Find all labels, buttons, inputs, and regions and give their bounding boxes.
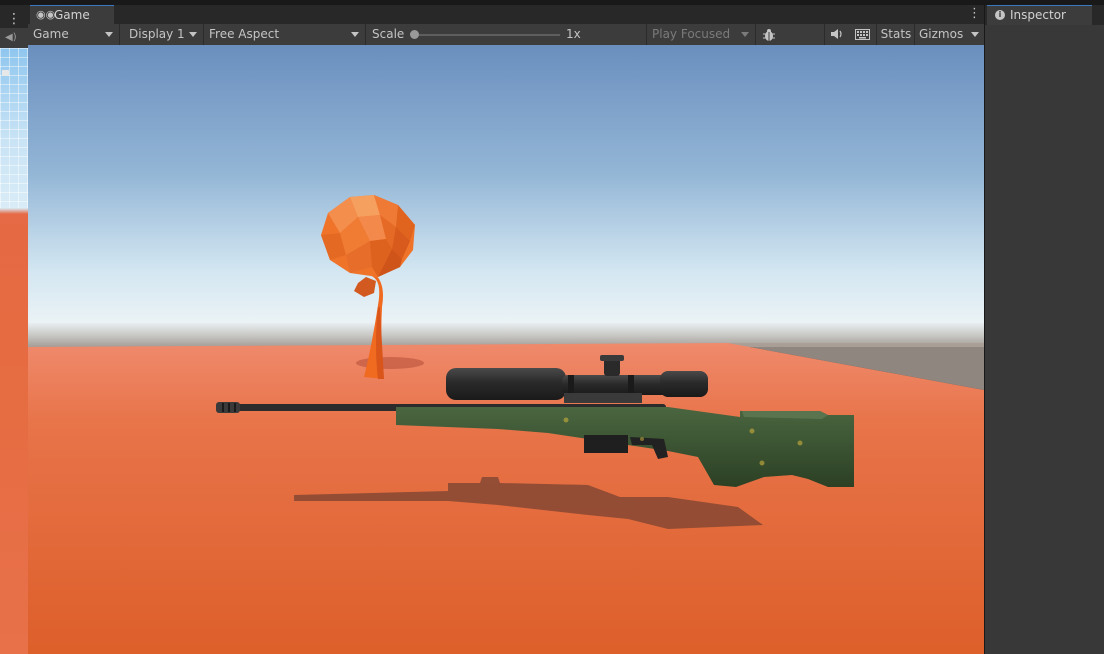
scene-view-viewport[interactable] bbox=[0, 48, 28, 654]
game-window: ◉◉ Game ⋮ Game Display 1 Free Aspect Sca… bbox=[28, 5, 984, 654]
audio-mute-icon[interactable] bbox=[824, 24, 849, 45]
chevron-down-icon bbox=[351, 32, 359, 37]
inspector-panel: i Inspector bbox=[984, 5, 1104, 654]
audio-icon[interactable]: ◀) bbox=[5, 32, 19, 44]
display-dropdown[interactable]: Display 1 bbox=[124, 24, 204, 45]
gizmos-button[interactable]: Gizmos bbox=[914, 24, 966, 45]
scene-panel-menu-icon[interactable]: ⋮ bbox=[0, 10, 28, 30]
game-panel-menu-icon[interactable]: ⋮ bbox=[968, 6, 981, 22]
mode-dropdown[interactable]: Game bbox=[28, 24, 120, 45]
rifle-scope-eyepiece bbox=[660, 371, 708, 397]
play-focused-dropdown[interactable]: Play Focused bbox=[646, 24, 756, 45]
game-toolbar: Game Display 1 Free Aspect Scale 1x Play… bbox=[28, 24, 984, 46]
gizmos-label: Gizmos bbox=[919, 27, 964, 41]
stats-button[interactable]: Stats bbox=[876, 24, 915, 45]
tab-inspector[interactable]: i Inspector bbox=[987, 5, 1092, 25]
scale-label: Scale bbox=[372, 27, 405, 41]
keyboard-icon[interactable] bbox=[850, 24, 874, 45]
scale-value: 1x bbox=[566, 27, 581, 41]
chevron-down-icon bbox=[741, 32, 749, 37]
chevron-down-icon bbox=[105, 32, 113, 37]
chevron-down-icon bbox=[189, 32, 197, 37]
gamepad-icon: ◉◉ bbox=[36, 8, 56, 21]
game-viewport[interactable] bbox=[28, 45, 984, 654]
chevron-down-icon bbox=[971, 32, 979, 37]
game-render bbox=[28, 45, 984, 654]
scene-toolbar: ◀) bbox=[0, 28, 28, 49]
rifle-magazine bbox=[584, 435, 628, 453]
aspect-dropdown[interactable]: Free Aspect bbox=[204, 24, 366, 45]
tab-inspector-label: Inspector bbox=[1010, 8, 1066, 22]
lock-icon bbox=[2, 70, 9, 76]
game-tab-bar: ◉◉ Game ⋮ bbox=[28, 5, 984, 24]
rifle-scope-objective bbox=[446, 368, 566, 400]
bug-icon[interactable] bbox=[758, 24, 780, 45]
mode-dropdown-label: Game bbox=[33, 27, 69, 41]
display-dropdown-label: Display 1 bbox=[129, 27, 185, 41]
inspector-body bbox=[985, 25, 1104, 654]
rifle-rail bbox=[564, 393, 642, 403]
play-focused-label: Play Focused bbox=[652, 27, 731, 41]
gizmos-dropdown[interactable] bbox=[966, 24, 984, 45]
tab-game-label: Game bbox=[54, 8, 90, 22]
sky bbox=[28, 45, 984, 330]
info-icon: i bbox=[995, 10, 1005, 20]
scale-slider-handle[interactable] bbox=[410, 30, 419, 39]
scene-view-edge: ⋮ ◀) bbox=[0, 5, 28, 654]
tab-game[interactable]: ◉◉ Game bbox=[30, 5, 114, 24]
aspect-dropdown-label: Free Aspect bbox=[209, 27, 280, 41]
scale-slider-track[interactable] bbox=[413, 34, 560, 36]
